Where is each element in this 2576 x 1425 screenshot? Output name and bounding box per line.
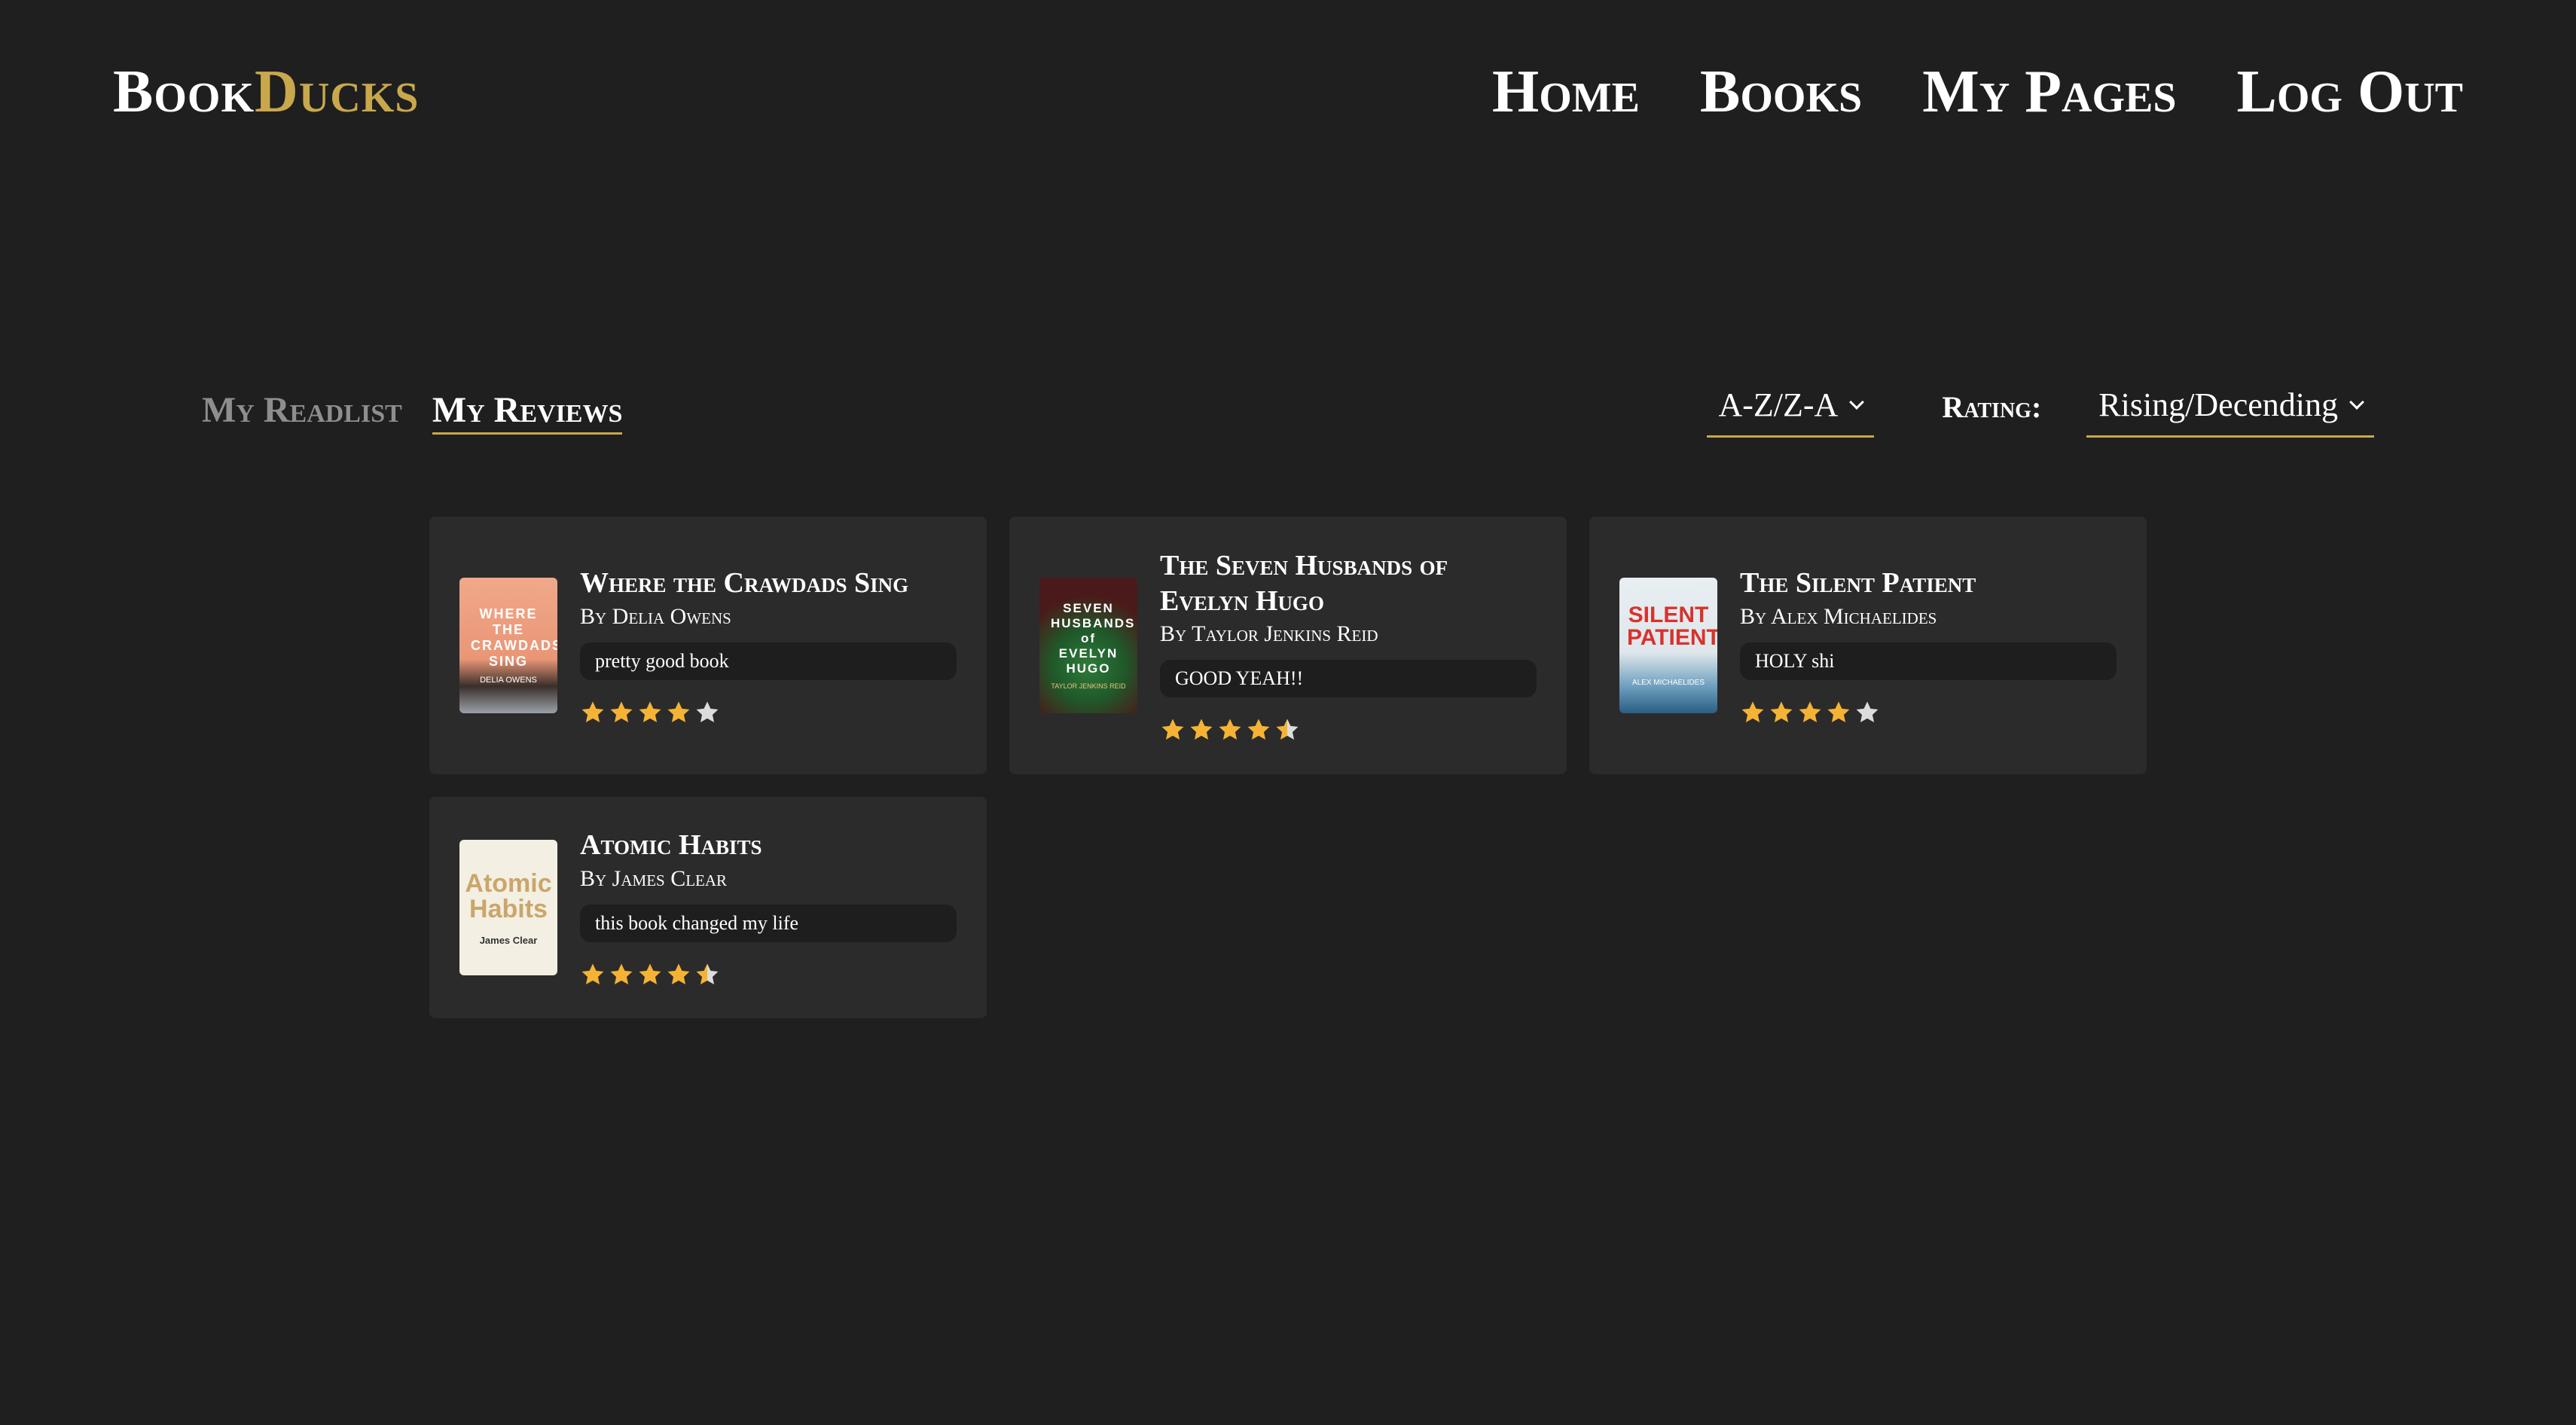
review-text: GOOD YEAH!! [1160,659,1537,697]
book-title: The Seven Husbands of Evelyn Hugo [1160,550,1448,617]
review-card[interactable]: SEVEN HUSBANDS of EVELYN HUGO TAYLOR JEN… [1009,517,1567,774]
review-info: The Silent Patient By Alex Michaelides H… [1740,566,2117,725]
tab-my-readlist[interactable]: My Readlist [202,391,402,435]
book-cover: WHERE THE CRAWDADS SING DELIA OWENS [459,578,557,713]
star-icon [1247,719,1270,740]
review-text: this book changed my life [580,904,957,942]
book-author: By Alex Michaelides [1740,603,1937,629]
site-header: BookDucks Home Books My Pages Log Out [0,0,2576,196]
star-rating [1740,700,2117,725]
review-info: Atomic Habits By James Clear this book c… [580,828,957,987]
book-author: By James Clear [580,865,728,891]
star-icon [1856,701,1879,722]
review-info: Where the Crawdads Sing By Delia Owens p… [580,566,957,725]
star-icon [581,701,604,722]
book-cover: SILENT PATIENT ALEX MICHAELIDES [1619,578,1717,713]
review-text: HOLY shi [1740,642,2117,680]
review-card[interactable]: SILENT PATIENT ALEX MICHAELIDES The Sile… [1589,517,2147,774]
star-icon [610,701,633,722]
cover-author: DELIA OWENS [480,676,537,685]
star-icon [1219,719,1241,740]
star-icon [639,701,661,722]
book-title: Where the Crawdads Sing [580,567,909,600]
reviews-toolbar: My Readlist My Reviews A-Z/Z-A Rating: R… [202,377,2374,452]
star-icon [1799,701,1821,722]
nav-books-link[interactable]: Books [1700,62,1862,122]
star-icon [1770,701,1793,722]
star-icon [1190,719,1213,740]
cover-title: SEVEN HUSBANDS of EVELYN HUGO [1051,601,1136,676]
cover-author: James Clear [479,934,538,946]
nav-home-link[interactable]: Home [1492,62,1640,122]
cover-title: Atomic Habits [465,868,552,923]
star-icon [696,701,719,722]
main-nav: Home Books My Pages Log Out [1492,62,2463,122]
star-icon [639,963,661,984]
rating-select-value: Rising/Decending [2098,386,2338,423]
star-icon [1741,701,1764,722]
tab-my-reviews[interactable]: My Reviews [432,391,623,435]
reviews-grid: WHERE THE CRAWDADS SING DELIA OWENS Wher… [429,517,2147,1018]
cover-title: SILENT PATIENT [1627,603,1717,650]
star-icon [1827,701,1850,722]
cover-author: ALEX MICHAELIDES [1631,679,1705,687]
book-author: By Taylor Jenkins Reid [1160,621,1378,646]
book-title: The Silent Patient [1740,567,1976,600]
star-icon [1161,719,1184,740]
rating-label: Rating: [1942,389,2042,424]
star-icon [667,701,690,722]
star-rating [580,962,957,987]
cover-author: TAYLOR JENKINS REID [1051,682,1126,690]
logo-main-text: Book [113,59,255,125]
star-icon [610,963,633,984]
site-logo[interactable]: BookDucks [113,62,419,122]
star-rating [1160,717,1537,743]
rating-sort-select[interactable]: Rising/Decending [2086,377,2374,438]
star-icon [667,963,690,984]
book-author: By Delia Owens [580,603,731,629]
review-info: The Seven Husbands of Evelyn Hugo By Tay… [1160,548,1537,743]
star-icon [696,963,719,984]
profile-tabs: My Readlist My Reviews [202,391,623,435]
book-title: Atomic Habits [580,829,762,862]
sort-select-value: A-Z/Z-A [1718,386,1839,423]
logo-accent-text: Ducks [255,59,420,125]
book-cover: SEVEN HUSBANDS of EVELYN HUGO TAYLOR JEN… [1039,578,1137,713]
book-cover: Atomic Habits James Clear [459,840,557,975]
star-icon [1276,719,1299,740]
chevron-down-icon [2349,395,2364,410]
nav-log-out-link[interactable]: Log Out [2237,62,2464,122]
review-text: pretty good book [580,642,957,680]
filters: A-Z/Z-A Rating: Rising/Decending [1706,377,2374,438]
review-card[interactable]: Atomic Habits James Clear Atomic Habits … [429,797,987,1018]
star-rating [580,700,957,725]
cover-title: WHERE THE CRAWDADS SING [471,606,557,669]
star-icon [581,963,604,984]
sort-select[interactable]: A-Z/Z-A [1706,377,1875,438]
chevron-down-icon [1849,395,1865,410]
nav-my-pages-link[interactable]: My Pages [1922,62,2176,122]
review-card[interactable]: WHERE THE CRAWDADS SING DELIA OWENS Wher… [429,517,987,774]
